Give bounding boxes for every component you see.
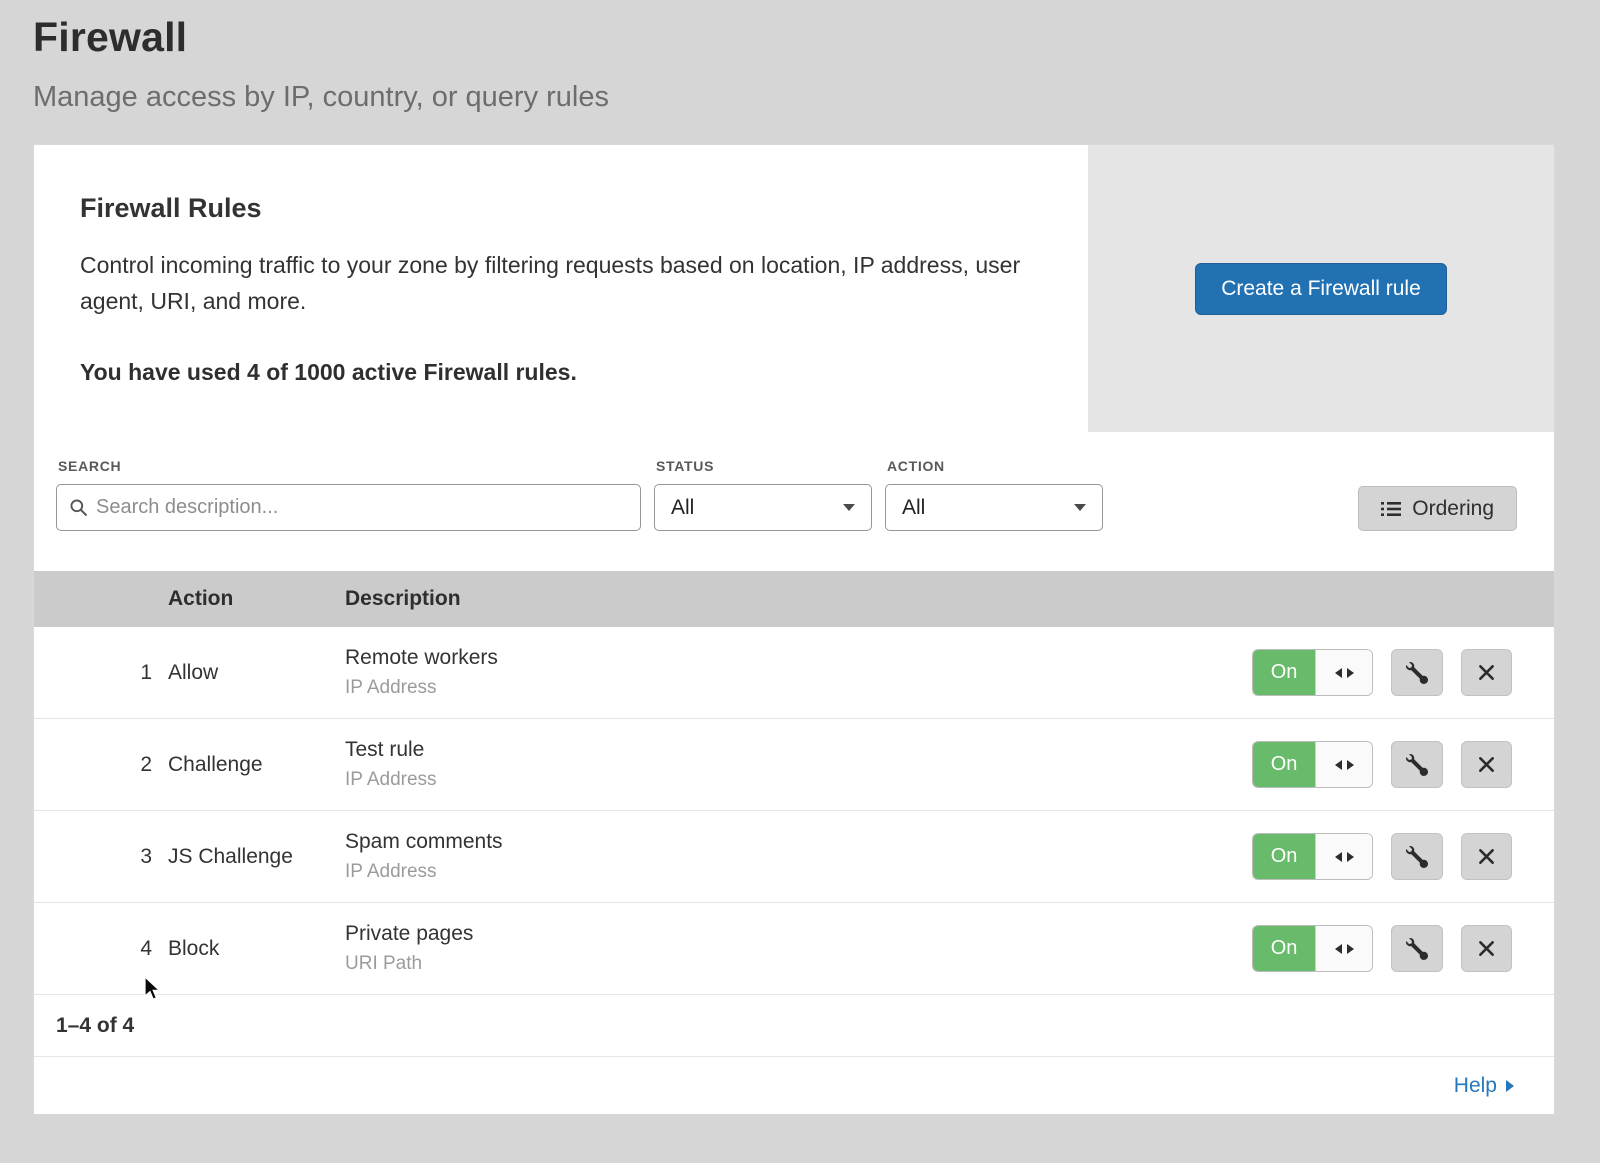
rule-priority: 4 xyxy=(34,937,168,961)
delete-rule-button[interactable] xyxy=(1461,741,1512,788)
create-rule-panel: Create a Firewall rule xyxy=(1088,145,1554,432)
rule-action: Block xyxy=(168,937,345,961)
rule-enabled-toggle[interactable]: On xyxy=(1252,741,1373,788)
help-row: Help xyxy=(34,1057,1554,1114)
ordering-button-label: Ordering xyxy=(1412,497,1494,521)
toggle-on-label: On xyxy=(1253,926,1315,971)
search-input[interactable] xyxy=(96,496,628,519)
firewall-rules-card: Firewall Rules Control incoming traffic … xyxy=(33,144,1555,1115)
toggle-arrows-icon xyxy=(1315,742,1372,787)
rules-table: Action Description 1 Allow Remote worker… xyxy=(34,571,1554,995)
search-input-wrapper xyxy=(56,484,641,531)
edit-rule-button[interactable] xyxy=(1391,925,1442,972)
search-filter: SEARCH xyxy=(56,458,641,531)
rules-title: Firewall Rules xyxy=(80,193,1028,224)
rule-priority: 1 xyxy=(34,661,168,685)
rule-controls: On xyxy=(1252,649,1554,696)
rule-action: Allow xyxy=(168,661,345,685)
rule-description: Spam comments xyxy=(345,830,1252,854)
rules-usage-count: You have used 4 of 1000 active Firewall … xyxy=(80,359,1028,386)
delete-rule-button[interactable] xyxy=(1461,649,1512,696)
rule-controls: On xyxy=(1252,925,1554,972)
rule-enabled-toggle[interactable]: On xyxy=(1252,925,1373,972)
delete-rule-button[interactable] xyxy=(1461,925,1512,972)
rule-description: Remote workers xyxy=(345,646,1252,670)
firewall-page: Firewall Manage access by IP, country, o… xyxy=(0,0,1600,1115)
action-label: ACTION xyxy=(887,458,1103,474)
search-icon xyxy=(69,498,88,517)
help-link-label: Help xyxy=(1454,1074,1497,1098)
rule-enabled-toggle[interactable]: On xyxy=(1252,649,1373,696)
action-filter: ACTION All xyxy=(885,458,1103,531)
ordering-button[interactable]: Ordering xyxy=(1358,486,1517,531)
rule-match-type: IP Address xyxy=(345,861,1252,883)
status-selected-value: All xyxy=(671,496,694,520)
list-icon xyxy=(1381,501,1401,517)
action-select[interactable]: All xyxy=(885,484,1103,531)
rule-priority: 3 xyxy=(34,845,168,869)
create-firewall-rule-button[interactable]: Create a Firewall rule xyxy=(1195,263,1447,315)
toggle-arrows-icon xyxy=(1315,650,1372,695)
search-label: SEARCH xyxy=(58,458,641,474)
rule-enabled-toggle[interactable]: On xyxy=(1252,833,1373,880)
close-icon xyxy=(1478,664,1495,681)
chevron-down-icon xyxy=(843,504,855,511)
toggle-arrows-icon xyxy=(1315,926,1372,971)
table-header-row: Action Description xyxy=(34,571,1554,627)
status-filter: STATUS All xyxy=(654,458,872,531)
table-row: 1 Allow Remote workers IP Address On xyxy=(34,627,1554,719)
rule-controls: On xyxy=(1252,741,1554,788)
rule-match-type: IP Address xyxy=(345,677,1252,699)
pagination-row: 1–4 of 4 xyxy=(34,995,1554,1057)
description-column-header: Description xyxy=(345,587,1252,611)
rule-action: JS Challenge xyxy=(168,845,345,869)
rule-match-type: IP Address xyxy=(345,769,1252,791)
rule-controls: On xyxy=(1252,833,1554,880)
status-select[interactable]: All xyxy=(654,484,872,531)
help-link[interactable]: Help xyxy=(1454,1074,1514,1098)
edit-rule-button[interactable] xyxy=(1391,741,1442,788)
action-column-header: Action xyxy=(168,587,345,611)
rule-description-cell: Remote workers IP Address xyxy=(345,646,1252,699)
filters-bar: SEARCH STATUS All ACTION xyxy=(34,432,1554,571)
rules-intro-section: Firewall Rules Control incoming traffic … xyxy=(34,145,1554,432)
status-label: STATUS xyxy=(656,458,872,474)
toggle-on-label: On xyxy=(1253,650,1315,695)
toggle-on-label: On xyxy=(1253,834,1315,879)
wrench-icon xyxy=(1406,662,1428,684)
close-icon xyxy=(1478,756,1495,773)
page-title: Firewall xyxy=(33,14,1600,61)
table-row: 3 JS Challenge Spam comments IP Address … xyxy=(34,811,1554,903)
rule-description-cell: Test rule IP Address xyxy=(345,738,1252,791)
delete-rule-button[interactable] xyxy=(1461,833,1512,880)
wrench-icon xyxy=(1406,754,1428,776)
edit-rule-button[interactable] xyxy=(1391,833,1442,880)
rule-description-cell: Spam comments IP Address xyxy=(345,830,1252,883)
wrench-icon xyxy=(1406,938,1428,960)
close-icon xyxy=(1478,848,1495,865)
rule-description: Private pages xyxy=(345,922,1252,946)
rules-description: Control incoming traffic to your zone by… xyxy=(80,248,1028,319)
action-selected-value: All xyxy=(902,496,925,520)
chevron-right-icon xyxy=(1506,1080,1514,1092)
table-row: 2 Challenge Test rule IP Address On xyxy=(34,719,1554,811)
edit-rule-button[interactable] xyxy=(1391,649,1442,696)
table-row: 4 Block Private pages URI Path On xyxy=(34,903,1554,995)
chevron-down-icon xyxy=(1074,504,1086,511)
pagination-summary: 1–4 of 4 xyxy=(56,1014,134,1038)
rule-description-cell: Private pages URI Path xyxy=(345,922,1252,975)
rule-priority: 2 xyxy=(34,753,168,777)
rules-intro-text: Firewall Rules Control incoming traffic … xyxy=(34,145,1088,432)
wrench-icon xyxy=(1406,846,1428,868)
toggle-arrows-icon xyxy=(1315,834,1372,879)
rule-action: Challenge xyxy=(168,753,345,777)
close-icon xyxy=(1478,940,1495,957)
rule-match-type: URI Path xyxy=(345,953,1252,975)
rule-description: Test rule xyxy=(345,738,1252,762)
page-header: Firewall Manage access by IP, country, o… xyxy=(33,14,1600,114)
page-subtitle: Manage access by IP, country, or query r… xyxy=(33,81,1600,114)
toggle-on-label: On xyxy=(1253,742,1315,787)
